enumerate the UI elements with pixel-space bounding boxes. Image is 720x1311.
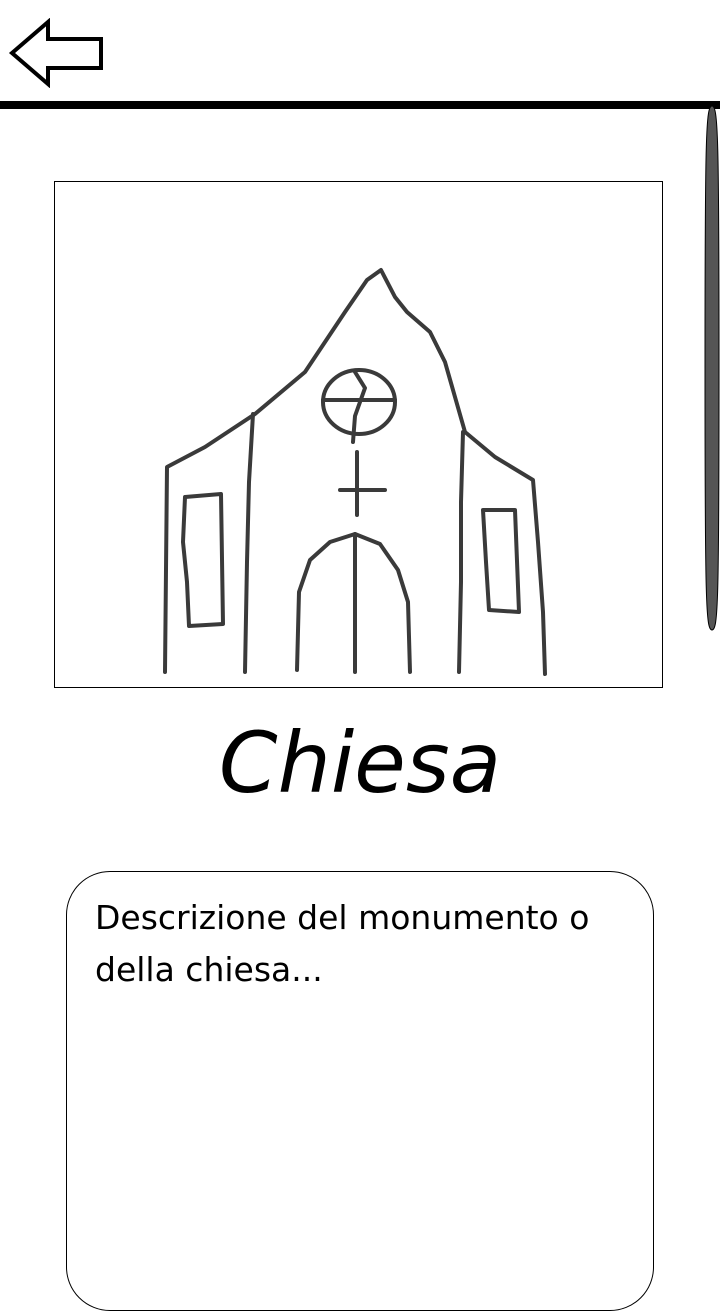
header-divider [0,101,720,109]
monument-image [54,181,663,688]
back-button[interactable] [8,17,106,89]
church-drawing-icon [163,268,547,676]
description-text: Descrizione del monumento o della chiesa… [95,898,590,989]
scrollbar[interactable] [704,104,720,632]
back-arrow-icon [8,17,103,89]
page-title: Chiesa [218,714,502,812]
description-box[interactable]: Descrizione del monumento o della chiesa… [66,871,654,1311]
